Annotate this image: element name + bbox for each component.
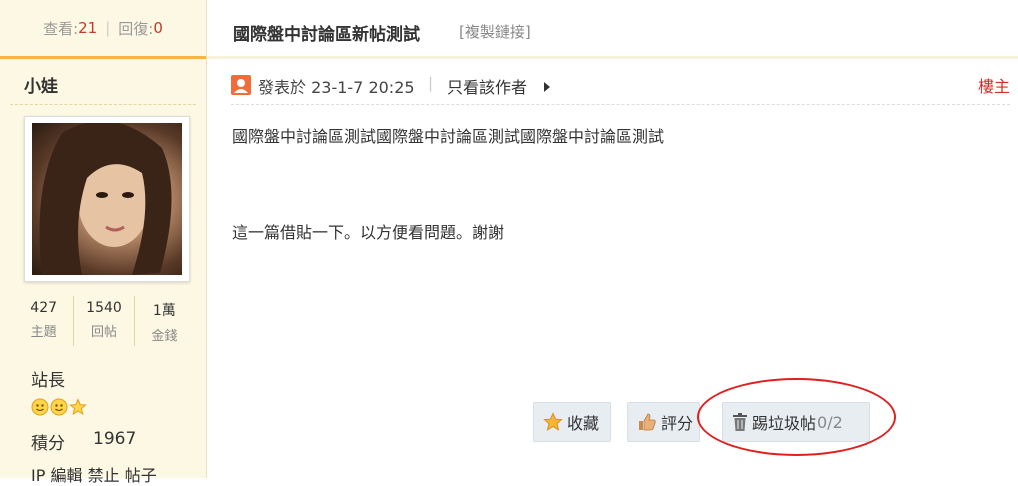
count-topics-label: 主題 bbox=[30, 325, 57, 340]
post-meta: 發表於 23-1-7 20:25 | 只看該作者 樓主 bbox=[231, 72, 1010, 98]
copy-link-button[interactable]: [複製鏈接] bbox=[459, 21, 531, 42]
author-counts: 427 主題 1540 回帖 1萬 金錢 bbox=[14, 296, 194, 346]
author-name[interactable]: 小娃 bbox=[24, 72, 58, 97]
thread-title: 國際盤中討論區新帖測試 bbox=[233, 25, 420, 45]
thread-stats: 查看: 21 | 回復: 0 bbox=[0, 0, 206, 59]
star-icon bbox=[543, 412, 563, 431]
favorite-button[interactable]: 收藏 bbox=[533, 402, 611, 442]
meta-separator: | bbox=[428, 74, 434, 92]
floor-label: 樓主 bbox=[977, 77, 1010, 96]
count-posts-label: 回帖 bbox=[90, 325, 117, 340]
sun-icon bbox=[31, 398, 49, 416]
author-icon bbox=[231, 75, 251, 95]
sun-icon bbox=[50, 398, 68, 416]
post-main: 國際盤中討論區新帖測試 [複製鏈接] 發表於 23-1-7 20:25 | 只看… bbox=[207, 0, 1018, 478]
divider bbox=[231, 104, 1010, 105]
score-value: 1967 bbox=[93, 429, 137, 449]
stats-divider: | bbox=[105, 19, 111, 37]
favorite-label: 收藏 bbox=[567, 414, 600, 433]
user-rank[interactable]: 站長 bbox=[31, 366, 65, 391]
edit-link[interactable]: 編輯 bbox=[50, 466, 82, 485]
score-row: 積分 1967 bbox=[31, 429, 136, 454]
views-count: 21 bbox=[78, 19, 98, 37]
replies-count: 0 bbox=[153, 19, 163, 37]
caret-right-icon bbox=[544, 82, 550, 92]
count-topics[interactable]: 427 主題 bbox=[14, 296, 75, 346]
count-money-value: 1萬 bbox=[152, 303, 176, 319]
annotation-circle bbox=[697, 378, 896, 456]
count-posts[interactable]: 1540 回帖 bbox=[74, 296, 135, 346]
count-money: 1萬 金錢 bbox=[135, 296, 194, 346]
count-topics-value: 427 bbox=[30, 300, 58, 316]
replies-label: 回復: bbox=[118, 19, 154, 38]
star-icon bbox=[69, 398, 87, 416]
ip-link[interactable]: IP bbox=[31, 466, 45, 485]
author-sidebar: 查看: 21 | 回復: 0 小娃 427 主題 1540 回帖 1萬 金錢 站… bbox=[0, 0, 207, 485]
views-label: 查看: bbox=[43, 19, 79, 38]
posts-link[interactable]: 帖子 bbox=[125, 466, 157, 485]
post-content-line: 這一篇借貼一下。以方便看問題。謝謝 bbox=[232, 223, 505, 242]
rate-button[interactable]: 評分 bbox=[627, 402, 700, 442]
score-label: 積分 bbox=[31, 434, 65, 454]
avatar[interactable] bbox=[32, 123, 182, 275]
only-author-link[interactable]: 只看該作者 bbox=[447, 74, 527, 98]
rank-stars bbox=[31, 398, 87, 416]
ban-link[interactable]: 禁止 bbox=[88, 466, 120, 485]
count-money-label: 金錢 bbox=[151, 329, 178, 344]
rate-label: 評分 bbox=[661, 414, 694, 433]
avatar-frame[interactable] bbox=[24, 116, 190, 282]
post-time: 發表於 23-1-7 20:25 bbox=[258, 78, 415, 97]
thread-header: 國際盤中討論區新帖測試 [複製鏈接] bbox=[207, 0, 1018, 59]
thumbs-up-icon bbox=[639, 413, 656, 431]
post-content-line: 國際盤中討論區測試國際盤中討論區測試國際盤中討論區測試 bbox=[232, 127, 665, 146]
admin-links: IP 編輯 禁止 帖子 bbox=[31, 462, 157, 486]
divider bbox=[10, 104, 196, 105]
count-posts-value: 1540 bbox=[86, 300, 122, 316]
